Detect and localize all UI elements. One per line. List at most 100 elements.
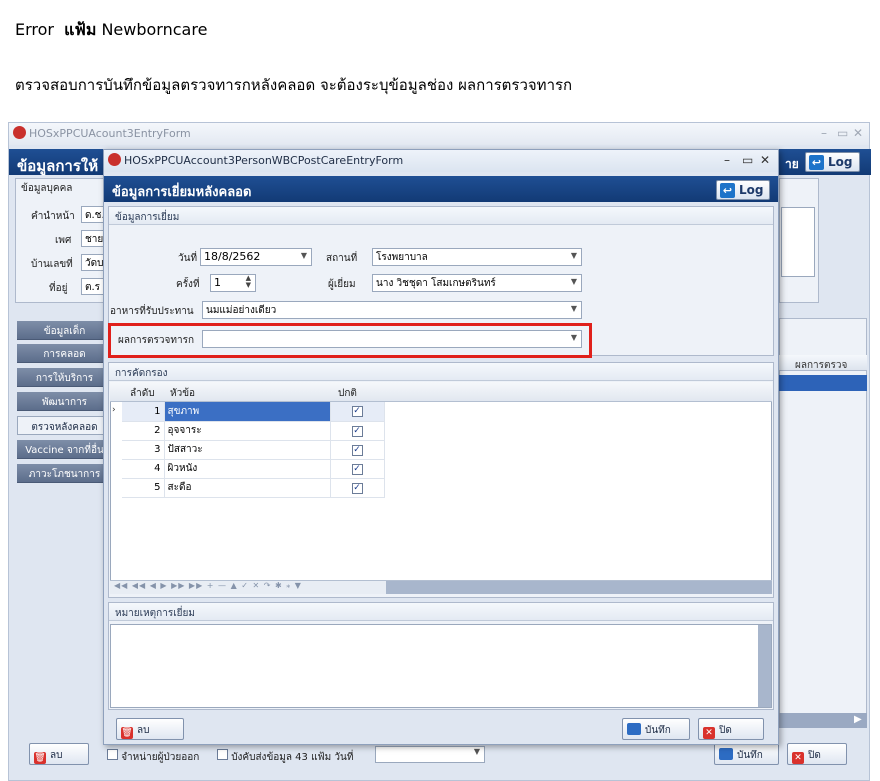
error-heading: Error แฟ้ม Newborncare — [15, 18, 207, 43]
grid-col-seq: ลำดับ — [130, 388, 155, 399]
back-close-button[interactable]: ✕ ปิด — [787, 743, 847, 765]
visitor-field[interactable]: นาง วิชชุดา โสมเกษตรินทร์ ▼ — [372, 274, 582, 292]
delete-icon: 🗑 — [34, 752, 46, 764]
force-send-check-box[interactable] — [217, 749, 228, 760]
force-send-checkbox[interactable]: บังคับส่งข้อมูล 43 แฟ้ม วันที่ — [217, 749, 353, 765]
tab-postpartum-check[interactable]: ตรวจหลังคลอด — [17, 416, 112, 435]
row-topic: อุจจาระ — [164, 421, 331, 441]
times-value: 1 — [214, 276, 221, 289]
table-row[interactable]: 3 ปัสสาวะ ✓ — [122, 440, 385, 460]
file-name: Newborncare — [101, 20, 208, 39]
back-right-box — [781, 207, 815, 277]
chevron-down-icon[interactable]: ▼ — [571, 304, 577, 313]
front-log-button[interactable]: ↩ Log — [716, 180, 770, 200]
row-seq: 5 — [122, 478, 165, 498]
house-no-label: บ้านเลขที่ — [31, 259, 73, 270]
notes-textarea[interactable] — [110, 624, 772, 708]
chevron-down-icon[interactable]: ▼ — [571, 251, 577, 260]
app-logo-icon — [108, 153, 121, 166]
save-label: บันทึก — [645, 725, 671, 736]
back-delete-button[interactable]: 🗑 ลบ — [29, 743, 89, 765]
tab-delivery[interactable]: การคลอด — [17, 344, 112, 363]
date-label: วันที่ — [178, 253, 198, 264]
back-delete-label: ลบ — [50, 750, 63, 761]
tab-child-info[interactable]: ข้อมูลเด็ก — [17, 321, 112, 340]
discharge-checkbox[interactable]: จำหน่ายผู้ป่วยออก — [107, 749, 199, 765]
close-icon[interactable]: ✕ — [853, 126, 863, 140]
row-topic: สะดือ — [164, 478, 331, 498]
visitor-label: ผู้เยี่ยม — [328, 279, 356, 290]
table-row[interactable]: 5 สะดือ ✓ — [122, 478, 385, 498]
date-value: 18/8/2562 — [204, 250, 261, 263]
row-seq: 4 — [122, 459, 165, 479]
grid-header-row — [110, 382, 772, 402]
delete-label: ลบ — [137, 725, 150, 736]
close-button[interactable]: ✕ ปิด — [698, 718, 764, 740]
back-header-right-text: าย — [785, 157, 799, 171]
delete-button[interactable]: 🗑 ลบ — [116, 718, 184, 740]
notes-scrollbar[interactable] — [758, 625, 771, 707]
food-value: นมแม่อย่างเดียว — [206, 305, 277, 316]
discharge-label: จำหน่ายผู้ป่วยออก — [121, 752, 200, 763]
normal-checkbox[interactable]: ✓ — [351, 406, 363, 418]
tab-nutrition[interactable]: ภาวะโภชนาการ — [17, 464, 112, 483]
minimize-icon[interactable]: – — [724, 153, 730, 167]
normal-checkbox[interactable]: ✓ — [351, 425, 363, 437]
chevron-down-icon[interactable]: ▼ — [571, 277, 577, 286]
maximize-icon[interactable]: ▭ — [837, 126, 848, 140]
close-icon[interactable]: ✕ — [760, 153, 770, 167]
grid-col-normal: ปกติ — [338, 388, 357, 399]
prefix-label: คำนำหน้า — [31, 211, 75, 222]
grid-navigator[interactable]: ◀◀ ◀◀ ◀ ▶ ▶▶ ▶▶ + — ▲ ✓ ✕ ↷ ✱ ⁎ ▼ — [114, 581, 302, 590]
date-field[interactable]: 18/8/2562 ▼ — [200, 248, 312, 266]
close-label: ปิด — [719, 725, 732, 736]
back-close-label: ปิด — [808, 750, 821, 761]
instruction-text: ตรวจสอบการบันทึกข้อมูลตรวจทารกหลังคลอด จ… — [15, 76, 573, 94]
normal-checkbox[interactable]: ✓ — [351, 482, 363, 494]
place-value: โรงพยาบาล — [376, 252, 428, 263]
visitor-value: นาง วิชชุดา โสมเกษตรินทร์ — [376, 278, 496, 289]
normal-checkbox[interactable]: ✓ — [351, 463, 363, 475]
chevron-down-icon[interactable]: ▼ — [474, 747, 480, 756]
trash-icon: 🗑 — [121, 727, 133, 739]
maximize-icon[interactable]: ▭ — [742, 153, 753, 167]
row-pointer-icon: › — [112, 405, 116, 415]
grid-horizontal-scrollbar[interactable] — [386, 581, 772, 594]
app-logo-icon — [13, 126, 26, 139]
food-label: อาหารที่รับประทาน — [110, 306, 194, 317]
front-header-title: ข้อมูลการเยี่ยมหลังคลอด — [112, 185, 252, 200]
back-save-button[interactable]: บันทึก — [714, 743, 779, 765]
table-row[interactable]: 4 ผิวหนัง ✓ — [122, 459, 385, 479]
scroll-right-icon[interactable]: ▶ — [854, 714, 862, 725]
table-row[interactable]: 2 อุจจาระ ✓ — [122, 421, 385, 441]
notes-group-label: หมายเหตุการเยี่ยม — [109, 603, 773, 621]
tab-development[interactable]: พัฒนาการ — [17, 392, 112, 411]
tab-services[interactable]: การให้บริการ — [17, 368, 112, 387]
tab-vaccine-external[interactable]: Vaccine จากที่อื่น — [17, 440, 112, 459]
back-log-button[interactable]: ↩ Log — [805, 152, 860, 172]
grid-col-topic: หัวข้อ — [170, 388, 196, 399]
row-seq: 3 — [122, 440, 165, 460]
row-seq: 2 — [122, 421, 165, 441]
normal-checkbox[interactable]: ✓ — [351, 444, 363, 456]
save-button[interactable]: บันทึก — [622, 718, 690, 740]
times-stepper[interactable]: 1 ▲ ▼ — [210, 274, 256, 292]
front-window-titlebar: HOSxPPCUAccount3PersonWBCPostCareEntryFo… — [104, 150, 778, 172]
back-header-title: ข้อมูลการให้ — [17, 157, 99, 175]
highlight-box — [108, 323, 592, 358]
stepper-arrows-icon[interactable]: ▲ ▼ — [246, 275, 251, 289]
place-field[interactable]: โรงพยาบาล ▼ — [372, 248, 582, 266]
chevron-down-icon[interactable]: ▼ — [301, 251, 307, 260]
discharge-check-box[interactable] — [107, 749, 118, 760]
minimize-icon[interactable]: – — [821, 126, 827, 140]
send-date-field[interactable]: ▼ — [375, 746, 485, 763]
row-topic: ผิวหนัง — [164, 459, 331, 479]
front-window: HOSxPPCUAccount3PersonWBCPostCareEntryFo… — [103, 149, 779, 745]
back-grid-selected-row — [779, 375, 867, 391]
save-icon — [627, 723, 641, 735]
food-field[interactable]: นมแม่อย่างเดียว ▼ — [202, 301, 582, 319]
table-row[interactable]: 1 สุขภาพ ✓ — [122, 402, 385, 422]
back-save-label: บันทึก — [737, 750, 763, 761]
visit-info-group-label: ข้อมูลการเยี่ยม — [109, 207, 773, 225]
row-topic: สุขภาพ — [164, 402, 331, 422]
